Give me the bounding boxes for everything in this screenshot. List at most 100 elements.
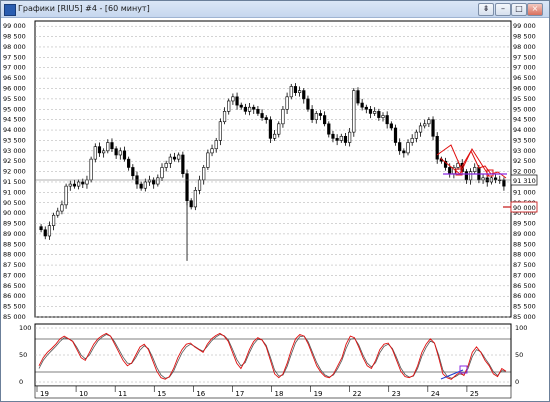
candle-body: [339, 135, 343, 141]
price-tick-label: 86 000: [513, 292, 536, 300]
price-tick-label: 95 500: [3, 95, 26, 103]
candle-body: [377, 111, 381, 118]
price-tick-label: 94 500: [3, 116, 26, 124]
candle-body: [398, 142, 402, 152]
candle-body: [172, 156, 177, 160]
candle-body: [468, 171, 473, 181]
price-tick-label: 93 000: [3, 147, 26, 155]
candle-body: [93, 146, 97, 160]
time-tick-label: 17: [235, 390, 244, 398]
price-tick-label: 91 000: [3, 188, 26, 196]
candle-body: [272, 133, 277, 139]
time-tick-label: 23: [392, 390, 401, 398]
candle-body: [293, 86, 298, 93]
chart-area[interactable]: 99 000 98 500 98 000 97 500 97 000 96 500 96 0…: [1, 18, 549, 401]
candle-body: [464, 171, 468, 181]
candle-body: [414, 131, 418, 139]
time-tick-label: 19: [40, 390, 49, 398]
minimize-button[interactable]: –: [495, 3, 511, 16]
candle-body: [481, 177, 485, 181]
level-price-tag: 90 000: [510, 201, 538, 213]
candle-body: [435, 135, 439, 160]
candle-body: [227, 100, 231, 112]
price-tick-label: 86 500: [513, 282, 536, 290]
candle-body: [348, 131, 352, 143]
candle-body: [110, 142, 114, 150]
candle-body: [418, 125, 423, 133]
price-tick-label: 92 000: [3, 168, 26, 176]
candle-body: [177, 154, 181, 160]
price-tick-label: 89 500: [513, 220, 536, 228]
price-tick-label: 85 000: [513, 313, 536, 321]
candle-body: [431, 119, 435, 137]
price-tick-label: 92 500: [3, 157, 26, 165]
price-tick-label: 86 500: [3, 282, 26, 290]
price-tick-label: 88 500: [513, 240, 536, 248]
candle-body: [164, 162, 168, 168]
candle-body: [127, 158, 131, 168]
candle-body: [356, 90, 360, 104]
candle-body: [493, 177, 498, 181]
maximize-button[interactable]: □: [511, 3, 527, 16]
candle-body: [152, 179, 156, 185]
candle-body: [214, 140, 218, 150]
current-price-tag: 91 310: [510, 174, 538, 186]
price-tick-label: 98 500: [3, 33, 26, 41]
price-panel[interactable]: [34, 20, 512, 318]
price-tick-label: 91 000: [513, 188, 536, 196]
price-tick-label: 85 000: [3, 313, 26, 321]
candle-body: [218, 121, 222, 141]
candle-body: [243, 106, 247, 112]
candle-body: [102, 150, 106, 154]
candle-body: [327, 123, 331, 135]
candle-body: [314, 113, 318, 120]
price-tick-label: 96 500: [3, 74, 26, 82]
candle-body: [427, 119, 431, 125]
price-tick-label: 99 000: [513, 22, 536, 30]
candle-body: [402, 150, 406, 154]
candle-body: [231, 96, 235, 102]
price-tick-label: 85 500: [513, 303, 536, 311]
candle-body: [189, 200, 193, 208]
candle-body: [106, 142, 110, 152]
candle-body: [260, 113, 264, 118]
candle-body: [118, 150, 122, 156]
candle-body: [114, 148, 118, 156]
time-tick-label: 10: [79, 390, 88, 398]
osc-tick-label: 0: [19, 378, 23, 386]
candle-body: [381, 115, 385, 118]
price-tick-label: 92 500: [513, 157, 536, 165]
price-tick-label: 96 000: [513, 85, 536, 93]
candle-body: [39, 226, 43, 231]
candle-body: [185, 173, 189, 201]
price-tick-label: 95 000: [3, 105, 26, 113]
candle-body: [473, 167, 477, 172]
price-axis-left: 99 000 98 500 98 000 97 500 97 000 96 500 96 0…: [3, 22, 26, 321]
price-tick-label: 94 000: [3, 126, 26, 134]
price-tick-label: 93 500: [513, 136, 536, 144]
pin-button[interactable]: ⇟: [478, 3, 494, 16]
price-tick-label: 95 500: [513, 95, 536, 103]
candle-body: [77, 181, 81, 187]
time-tick-label: 19: [314, 390, 323, 398]
candle-body: [72, 183, 77, 187]
candle-body: [51, 214, 56, 226]
candle-body: [81, 181, 85, 185]
candle-body: [68, 183, 72, 187]
candle-body: [385, 115, 389, 125]
candle-body: [122, 150, 127, 160]
price-tick-label: 94 500: [513, 116, 536, 124]
price-tick-label: 92 000: [513, 168, 536, 176]
candle-body: [393, 127, 398, 143]
close-button[interactable]: ×: [527, 3, 543, 16]
price-tick-label: 98 000: [513, 43, 536, 51]
price-tick-label: 90 500: [3, 199, 26, 207]
time-tick-label: 22: [353, 390, 362, 398]
time-tick-label: 24: [431, 390, 440, 398]
candle-body: [256, 108, 260, 114]
candle-body: [60, 204, 64, 212]
candle-body: [210, 148, 214, 154]
price-tick-label: 99 000: [3, 22, 26, 30]
price-tick-label: 95 000: [513, 105, 536, 113]
window-titlebar[interactable]: Графики [RIU5] #4 - [60 минут] ⇟ – □ ×: [1, 1, 549, 18]
